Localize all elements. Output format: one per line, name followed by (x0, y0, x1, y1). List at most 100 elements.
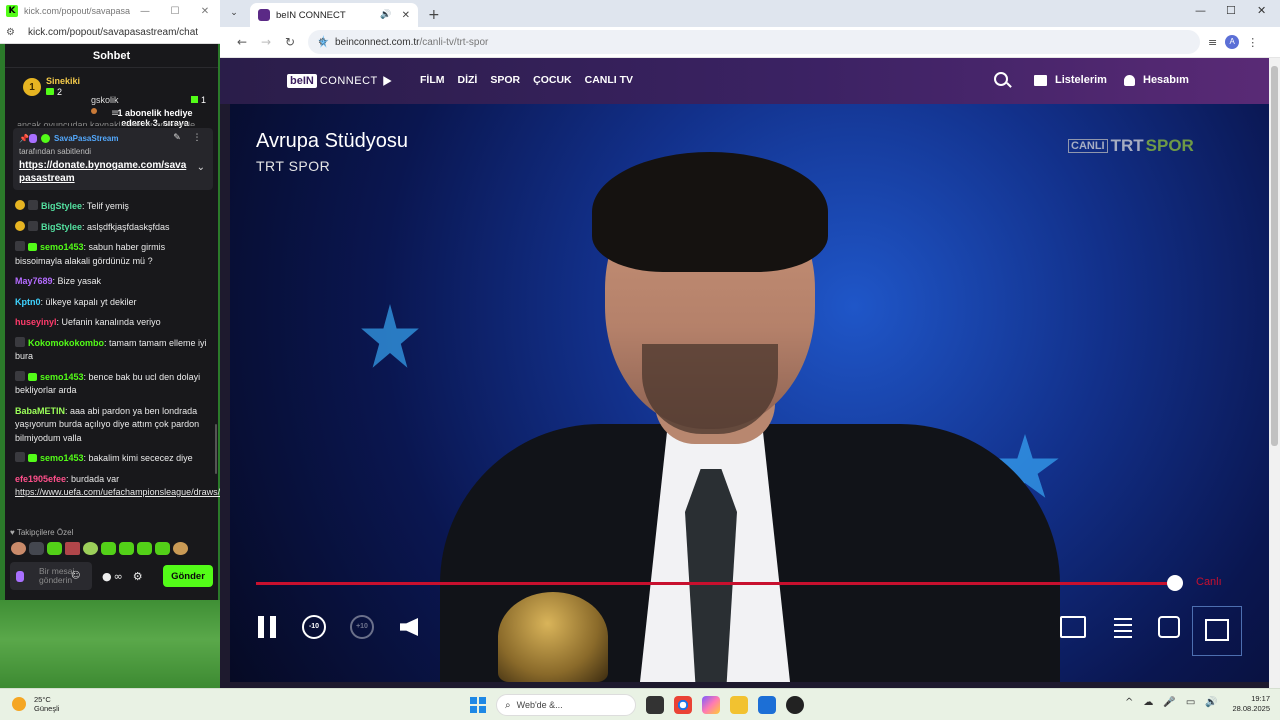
weather-widget[interactable]: 25°C Güneşli (12, 695, 59, 713)
chat-username[interactable]: BigStylee (41, 222, 82, 232)
sub-badge-icon (15, 241, 25, 251)
emote-icon[interactable] (137, 542, 152, 555)
back-icon[interactable]: ← (230, 35, 254, 49)
live-label[interactable]: Canlı (1196, 576, 1222, 588)
nav-spor[interactable]: SPOR (490, 74, 520, 86)
new-tab-icon[interactable]: + (428, 7, 440, 23)
cloud-icon[interactable]: ☁ (1143, 697, 1153, 708)
menu-icon[interactable]: ⋮ (1247, 36, 1258, 49)
task-view-icon[interactable] (646, 696, 664, 714)
emote-icon[interactable] (173, 542, 188, 555)
taskbar: 25°C Güneşli ⌕ Web'de &... ^ ☁ 🎤 ▭ 🔊 19:… (0, 688, 1280, 720)
forward-icon[interactable]: → (254, 35, 278, 49)
search-icon[interactable] (994, 72, 1008, 86)
more-options-icon[interactable]: ⋮ (187, 133, 207, 143)
cast-icon[interactable] (1060, 616, 1086, 638)
maximize-icon[interactable]: ☐ (160, 6, 190, 17)
clock[interactable]: 19:17 28.08.2025 (1228, 694, 1270, 714)
chat-username[interactable]: May7689 (15, 276, 53, 286)
pinned-link[interactable]: https://donate.bynogame.com/savapasastre… (19, 159, 189, 185)
chat-link[interactable]: https://www.uefa.com/uefachampionsleague… (15, 487, 220, 497)
emoji-icon[interactable]: ☺ (71, 571, 80, 581)
chat-username[interactable]: Kptn0 (15, 297, 41, 307)
forward-10-icon[interactable]: +10 (350, 615, 374, 639)
nav-film[interactable]: FİLM (420, 74, 445, 86)
chevron-up-icon[interactable]: ^ (1125, 697, 1133, 708)
unpin-icon[interactable]: ✎ (167, 133, 187, 143)
site-settings-icon[interactable]: ⚙ (6, 27, 22, 38)
bein-logo[interactable]: beIN CONNECT (287, 73, 394, 89)
listelerim-link[interactable]: Listelerim (1034, 74, 1107, 86)
page-scrollbar[interactable] (1269, 58, 1280, 688)
popout-url[interactable]: kick.com/popout/savapasastream/chat (28, 27, 198, 38)
emote-icon[interactable] (155, 542, 170, 555)
profile-avatar[interactable]: A (1225, 35, 1240, 49)
reading-list-icon[interactable]: ≡ (1208, 36, 1217, 49)
pinned-streamer[interactable]: SavaPasaStream (54, 134, 167, 143)
address-bar[interactable]: ⚙ beinconnect.com.tr/canli-tv/trt-spor ☆ (308, 30, 1200, 54)
copilot-icon[interactable] (702, 696, 720, 714)
minimize-icon[interactable]: — (130, 6, 160, 17)
nav-cocuk[interactable]: ÇOCUK (533, 74, 572, 86)
chat-username[interactable]: semo1453 (40, 242, 84, 252)
emote-icon[interactable] (101, 542, 116, 555)
chat-input[interactable]: Bir mesaj gönderin ☺ (10, 562, 92, 590)
tab-bein-connect[interactable]: beIN CONNECT 🔊 ✕ (250, 3, 418, 27)
monitor-icon[interactable]: ▭ (1186, 697, 1195, 708)
close-icon[interactable]: ✕ (190, 6, 220, 17)
app-icon[interactable] (786, 696, 804, 714)
sub-badge-icon (15, 370, 25, 381)
pause-icon[interactable] (258, 616, 278, 638)
top-gifter-2[interactable]: gskolik (91, 95, 119, 105)
episodes-list-icon[interactable] (1108, 616, 1134, 638)
store-icon[interactable] (758, 696, 776, 714)
address-url[interactable]: beinconnect.com.tr/canli-tv/trt-spor (335, 37, 1200, 48)
speaker-icon[interactable]: 🔊 (380, 10, 391, 20)
seek-handle[interactable] (1166, 575, 1183, 591)
send-button[interactable]: Gönder (163, 565, 213, 587)
scrollbar-thumb[interactable] (1271, 66, 1278, 446)
windows-start-icon[interactable] (470, 697, 486, 713)
emote-icon[interactable] (83, 542, 98, 555)
chat-username[interactable]: efe1905efee (15, 474, 66, 484)
minimize-icon[interactable]: — (1195, 4, 1206, 17)
chrome-icon[interactable] (674, 696, 692, 714)
collapse-icon[interactable]: ≡ (111, 108, 119, 119)
top-gifter-1[interactable]: 1 Sinekiki 2 (23, 76, 80, 98)
nav-canli-tv[interactable]: CANLI TV (585, 74, 633, 86)
chat-username[interactable]: semo1453 (40, 453, 84, 463)
users-icon[interactable]: ● (102, 570, 112, 583)
emote-icon[interactable] (119, 542, 134, 555)
list-icon (1034, 74, 1047, 86)
chevron-down-icon[interactable]: ⌄ (197, 162, 205, 173)
reload-icon[interactable]: ↻ (278, 35, 302, 49)
chat-username[interactable]: semo1453 (40, 372, 84, 382)
rewind-10-icon[interactable]: -10 (302, 615, 326, 639)
hesabim-link[interactable]: Hesabım (1124, 74, 1189, 86)
nav-dizi[interactable]: DİZİ (458, 74, 478, 86)
chat-username[interactable]: huseyinyl (15, 317, 57, 327)
tab-title: beIN CONNECT (276, 9, 346, 21)
settings-icon[interactable]: ⚙ (133, 570, 143, 583)
taskbar-search[interactable]: ⌕ Web'de &... (496, 694, 636, 716)
emote-icon[interactable] (11, 542, 26, 555)
chat-username[interactable]: Kokomokokombo (28, 338, 104, 348)
fullscreen-icon[interactable] (1205, 619, 1229, 641)
emote-icon[interactable] (65, 542, 80, 555)
infinity-icon[interactable]: ∞ (114, 570, 123, 583)
tab-close-icon[interactable]: ✕ (402, 10, 410, 21)
file-explorer-icon[interactable] (730, 696, 748, 714)
emote-icon[interactable] (29, 542, 44, 555)
chat-username[interactable]: BigStylee (41, 201, 82, 211)
tab-search-icon[interactable]: ⌄ (226, 3, 242, 23)
emote-icon[interactable] (47, 542, 62, 555)
video-player[interactable]: Avrupa Stüdyosu TRT SPOR CANLI TRT SPOR … (230, 104, 1270, 682)
chat-scrollbar[interactable] (215, 424, 217, 474)
schedule-icon[interactable] (1158, 616, 1180, 638)
seek-bar[interactable] (256, 582, 1175, 585)
speaker-icon[interactable]: 🔊 (1205, 697, 1217, 708)
chat-username[interactable]: BabaMETIN (15, 406, 65, 416)
maximize-icon[interactable]: ☐ (1226, 4, 1236, 17)
close-icon[interactable]: ✕ (1257, 4, 1266, 17)
mic-icon[interactable]: 🎤 (1163, 697, 1175, 708)
